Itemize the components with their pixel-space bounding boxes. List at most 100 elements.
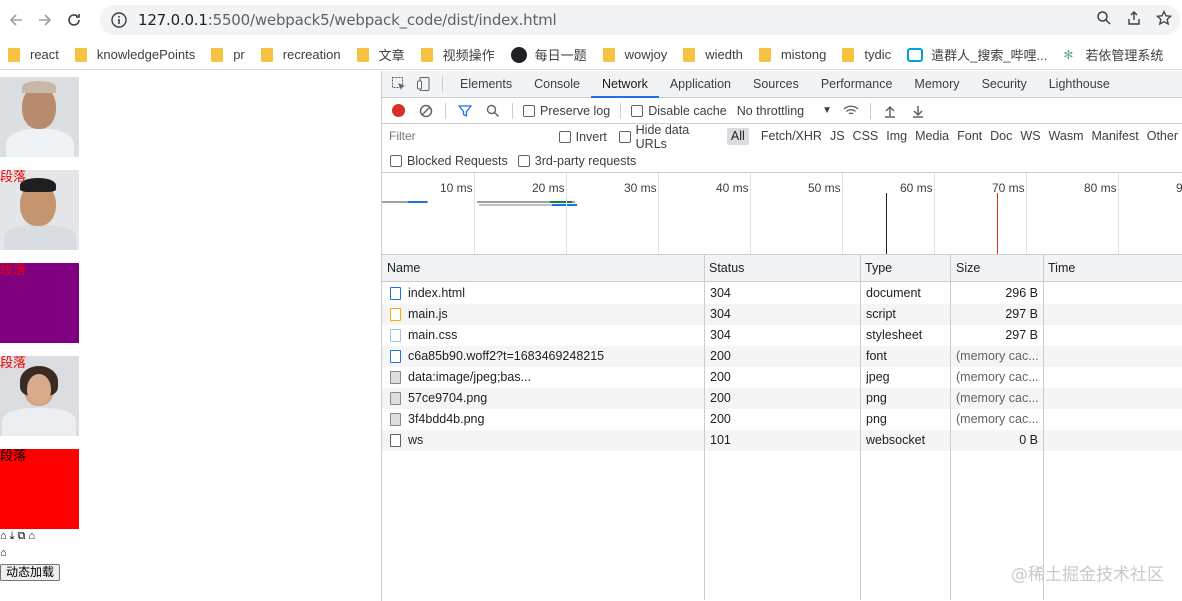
filter-type-manifest[interactable]: Manifest xyxy=(1087,128,1142,145)
network-overview-timeline[interactable]: 10 ms 20 ms 30 ms 40 ms 50 ms 60 ms 70 ms 80 ms… xyxy=(382,173,1182,255)
tab-sources[interactable]: Sources xyxy=(742,71,810,98)
bookmark-item[interactable]: 每日一题 xyxy=(510,45,587,64)
share-icon[interactable] xyxy=(1126,10,1142,26)
filter-input[interactable] xyxy=(386,127,547,146)
column-name[interactable]: Name xyxy=(382,255,420,282)
filter-type-js[interactable]: JS xyxy=(826,128,849,145)
cell-status: 200 xyxy=(710,349,731,363)
filter-icon[interactable] xyxy=(458,104,472,118)
invert-checkbox[interactable]: Invert xyxy=(558,130,607,144)
column-status[interactable]: Status xyxy=(704,255,744,282)
bookmark-item[interactable]: 遣群人_搜索_哔哩... xyxy=(907,45,1047,64)
bookmark-item[interactable]: 视频操作 xyxy=(420,45,495,64)
bookmark-item[interactable]: mistong xyxy=(758,47,827,62)
request-row[interactable]: main.css 304 stylesheet 297 B xyxy=(382,325,1182,346)
tab-elements[interactable]: Elements xyxy=(449,71,523,98)
column-time[interactable]: Time xyxy=(1043,255,1075,282)
forward-button[interactable] xyxy=(32,7,58,33)
bookmark-item[interactable]: tydic xyxy=(842,47,891,62)
timeline-gridline xyxy=(1118,173,1119,254)
column-size[interactable]: Size xyxy=(951,255,980,282)
request-row[interactable]: main.js 304 script 297 B xyxy=(382,304,1182,325)
info-icon[interactable] xyxy=(110,11,128,29)
clear-icon[interactable] xyxy=(419,104,433,118)
folder-icon xyxy=(758,47,771,62)
dynamic-load-button[interactable]: 动态加载 xyxy=(0,564,61,581)
timeline-tick-label: 10 ms xyxy=(440,181,473,195)
url-text: 127.0.0.1:5500/webpack5/webpack_code/dis… xyxy=(138,11,557,29)
filter-type-fetchxhr[interactable]: Fetch/XHR xyxy=(757,128,826,145)
import-har-icon[interactable] xyxy=(883,104,897,118)
bookmark-item[interactable]: 文章 xyxy=(356,45,405,64)
network-conditions-icon[interactable] xyxy=(842,104,860,118)
purple-block: 段落 xyxy=(0,263,79,343)
request-row[interactable]: c6a85b90.woff2?t=1683469248215 200 font (me… xyxy=(382,346,1182,367)
timing-bar xyxy=(550,201,572,203)
throttling-select[interactable]: No throttling ▼ xyxy=(737,104,832,118)
column-type[interactable]: Type xyxy=(860,255,892,282)
bookmark-item[interactable]: wiedth xyxy=(683,47,743,62)
filter-type-other[interactable]: Other xyxy=(1143,128,1182,145)
cell-name: index.html xyxy=(408,286,465,300)
filter-type-doc[interactable]: Doc xyxy=(986,128,1016,145)
filter-type-font[interactable]: Font xyxy=(953,128,986,145)
paragraph-text: 段落 xyxy=(0,263,27,278)
timeline-gridline xyxy=(474,173,475,254)
request-row[interactable]: 57ce9704.png 200 png (memory cac... xyxy=(382,388,1182,409)
folder-icon xyxy=(211,47,224,62)
request-row[interactable]: 3f4bdd4b.png 200 png (memory cac... xyxy=(382,409,1182,430)
inspect-element-icon[interactable] xyxy=(391,76,407,92)
bookmark-item[interactable]: pr xyxy=(211,47,245,62)
filter-type-ws[interactable]: WS xyxy=(1016,128,1044,145)
cell-status: 304 xyxy=(710,286,731,300)
request-row[interactable]: data:image/jpeg;bas... 200 jpeg (memory cac… xyxy=(382,367,1182,388)
tab-application[interactable]: Application xyxy=(659,71,742,98)
address-bar[interactable]: 127.0.0.1:5500/webpack5/webpack_code/dis… xyxy=(100,5,1180,35)
tab-console[interactable]: Console xyxy=(523,71,591,98)
tab-performance[interactable]: Performance xyxy=(810,71,904,98)
bookmark-label: 每日一题 xyxy=(534,48,587,63)
timing-bar xyxy=(408,201,427,203)
tab-network[interactable]: Network xyxy=(590,71,659,98)
blocked-requests-checkbox[interactable]: Blocked Requests xyxy=(390,154,508,168)
cell-name: main.css xyxy=(408,328,458,342)
reload-button[interactable] xyxy=(61,7,87,33)
folder-icon xyxy=(260,47,273,62)
bookmark-label: mistong xyxy=(780,47,827,62)
github-icon xyxy=(510,46,527,63)
request-row[interactable]: index.html 304 document 296 B xyxy=(382,283,1182,304)
bookmark-item[interactable]: recreation xyxy=(260,47,341,62)
preserve-log-checkbox[interactable]: Preserve log xyxy=(523,104,610,118)
tab-security[interactable]: Security xyxy=(971,71,1038,98)
bookmark-item[interactable]: ✻ 若依管理系统 xyxy=(1063,45,1163,64)
folder-icon xyxy=(74,47,87,62)
filter-type-all[interactable]: All xyxy=(726,128,749,145)
request-row[interactable]: ws 101 websocket 0 B xyxy=(382,430,1182,451)
bookmark-item[interactable]: knowledgePoints xyxy=(74,47,195,62)
bilibili-icon xyxy=(907,47,924,62)
tab-memory[interactable]: Memory xyxy=(903,71,970,98)
bookmark-item[interactable]: react xyxy=(8,47,59,62)
filter-type-wasm[interactable]: Wasm xyxy=(1045,128,1088,145)
bookmark-item[interactable]: wowjoy xyxy=(602,47,667,62)
download-icon: ⤓ xyxy=(9,530,15,542)
timeline-tick-label: 50 ms xyxy=(808,181,841,195)
third-party-requests-checkbox[interactable]: 3rd-party requests xyxy=(517,154,636,168)
cell-type: png xyxy=(866,412,887,426)
tab-lighthouse[interactable]: Lighthouse xyxy=(1038,71,1121,98)
record-button[interactable] xyxy=(392,104,405,117)
search-icon[interactable] xyxy=(486,104,500,118)
cell-type: jpeg xyxy=(866,370,890,384)
filter-type-css[interactable]: CSS xyxy=(849,128,883,145)
filter-type-media[interactable]: Media xyxy=(911,128,953,145)
star-icon[interactable] xyxy=(1156,10,1172,26)
device-toolbar-icon[interactable] xyxy=(416,76,432,92)
disable-cache-checkbox[interactable]: Disable cache xyxy=(631,104,727,118)
cell-status: 200 xyxy=(710,391,731,405)
filter-type-img[interactable]: Img xyxy=(882,128,911,145)
zoom-icon[interactable] xyxy=(1096,10,1112,26)
hide-data-urls-checkbox[interactable]: Hide data URLs xyxy=(618,123,722,151)
export-har-icon[interactable] xyxy=(911,104,925,118)
back-button[interactable] xyxy=(3,7,29,33)
ruoyi-icon: ✻ xyxy=(1063,47,1074,62)
